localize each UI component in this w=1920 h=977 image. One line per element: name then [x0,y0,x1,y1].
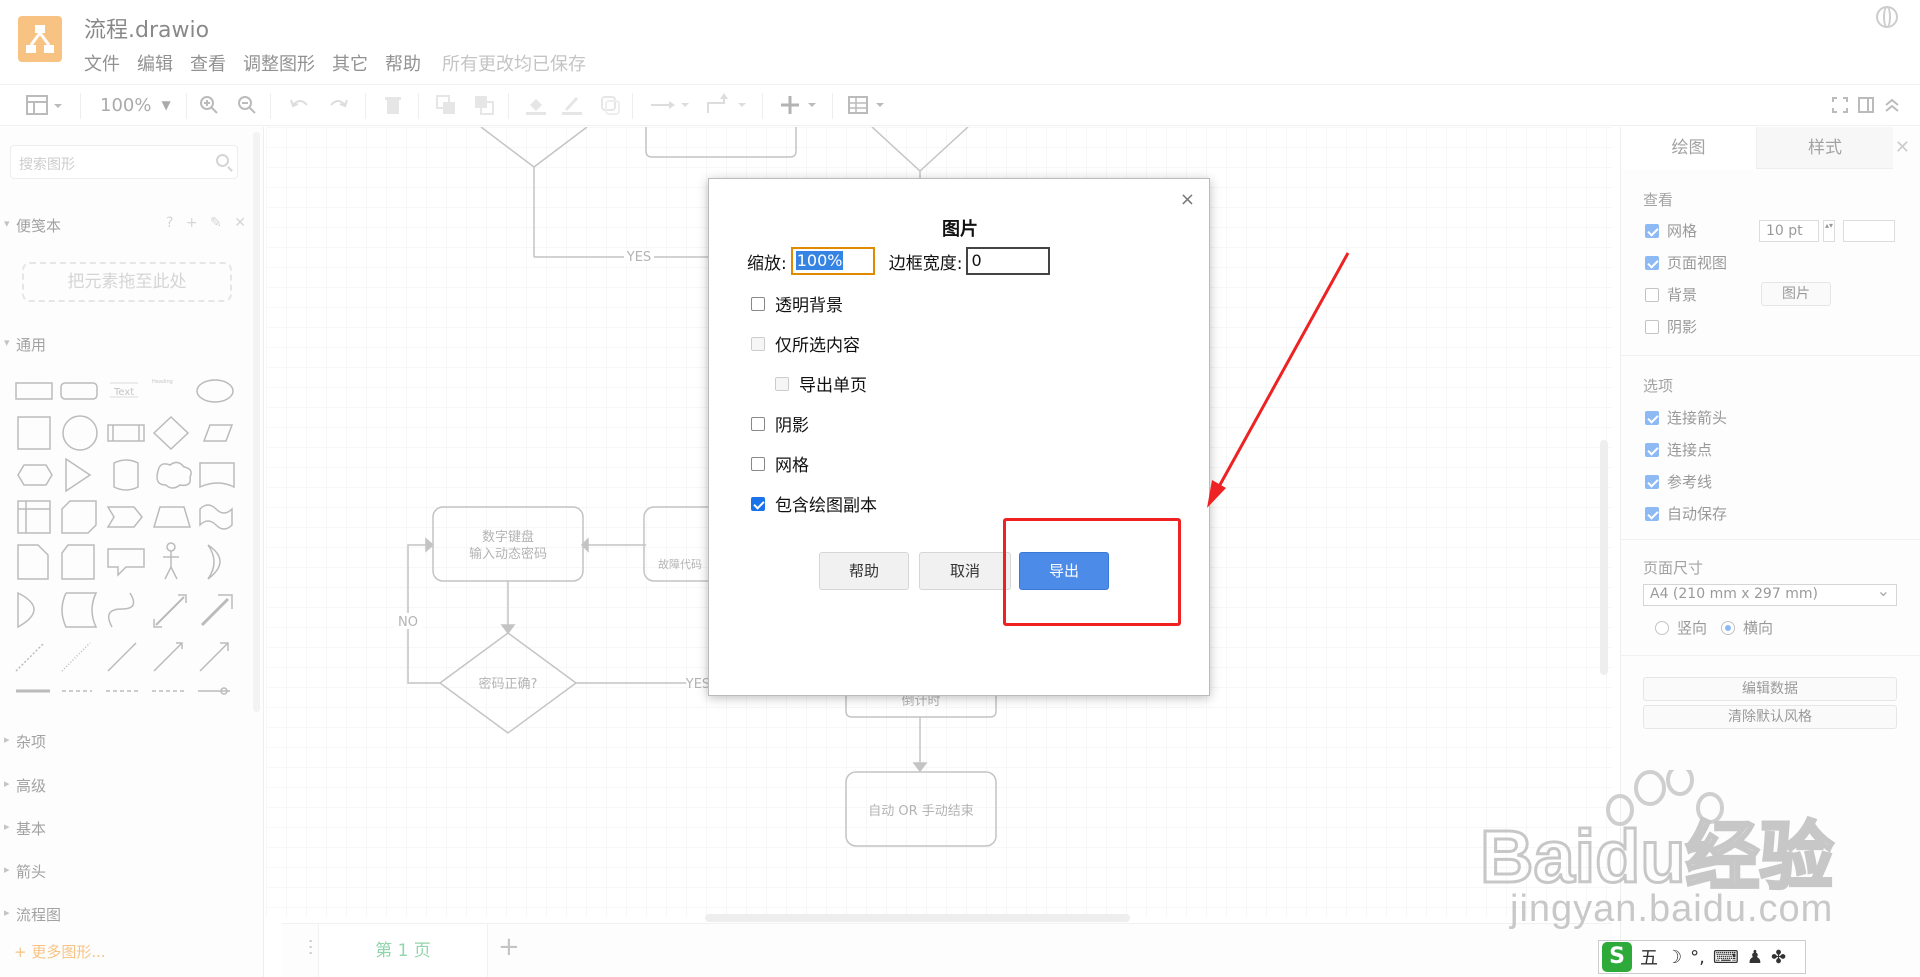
border-width-input[interactable]: 0 [966,247,1051,275]
zoom-label: 缩放: [747,253,787,274]
ime-toolbar[interactable]: S 五 ☽ °, ⌨ ♟ ✤ [1598,940,1806,974]
user-icon[interactable]: ♟ [1747,947,1763,968]
annotation-highlight-box [1003,518,1181,626]
keyboard-icon[interactable]: ⌨ [1713,947,1739,968]
cancel-button[interactable]: 取消 [919,552,1011,590]
single-page-checkbox[interactable]: 导出单页 [775,371,867,396]
include-copy-box[interactable] [751,496,765,511]
transparent-background-label: 透明背景 [775,296,843,316]
single-page-box[interactable] [775,376,789,391]
single-page-label: 导出单页 [799,376,867,396]
ime-mode[interactable]: 五 [1640,944,1658,970]
transparent-background-box[interactable] [751,296,765,311]
apps-icon[interactable]: ✤ [1771,947,1786,968]
include-copy-checkbox[interactable]: 包含绘图副本 [751,491,877,516]
selection-only-checkbox[interactable]: 仅所选内容 [751,331,860,356]
shadow-export-label: 阴影 [775,416,809,436]
selection-only-label: 仅所选内容 [775,336,860,356]
zoom-input-value: 100% [795,251,844,270]
zoom-input[interactable]: 100% [790,247,875,275]
punctuation-icon[interactable]: °, [1690,947,1705,968]
moon-icon[interactable]: ☽ [1666,947,1682,968]
grid-export-box[interactable] [751,456,765,471]
close-icon[interactable]: × [1180,189,1195,210]
transparent-background-checkbox[interactable]: 透明背景 [751,291,843,316]
include-copy-label: 包含绘图副本 [775,496,877,516]
grid-export-checkbox[interactable]: 网格 [751,451,809,476]
zoom-row: 缩放: 100% 边框宽度: 0 [747,247,1051,275]
dialog-title: 图片 [942,219,978,240]
border-width-label: 边框宽度: [888,253,963,274]
selection-only-box[interactable] [751,336,765,351]
watermark-url: jingyan.baidu.com [1510,888,1834,930]
sogou-logo-icon[interactable]: S [1602,942,1632,972]
help-button[interactable]: 帮助 [819,552,909,590]
shadow-export-box[interactable] [751,416,765,431]
grid-export-label: 网格 [775,456,809,476]
shadow-export-checkbox[interactable]: 阴影 [751,411,809,436]
